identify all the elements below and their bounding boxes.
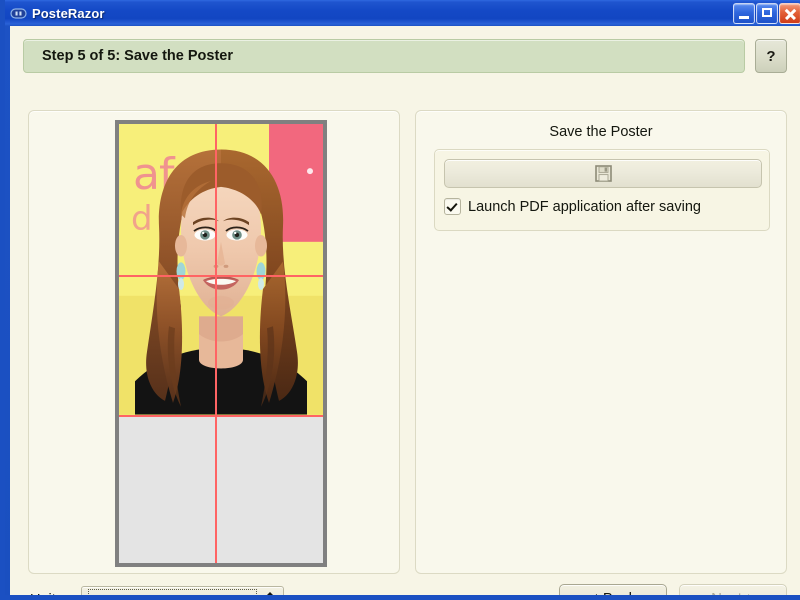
svg-text:d: d [131,199,153,238]
grid-line-vertical [214,124,217,563]
help-label: ? [766,47,776,65]
portrait-photo: a f d [119,124,323,415]
help-button[interactable]: ? [755,39,787,73]
step-label: Step 5 of 5: Save the Poster [42,48,233,64]
grid-line-horizontal [119,414,323,417]
svg-text:a: a [133,150,160,200]
floppy-disk-save-icon [594,165,612,182]
poster-preview-panel: a f d [28,110,400,574]
next-button: Next [679,584,787,595]
next-label: Next [711,590,742,595]
back-label: Back [603,590,636,595]
client-area: Step 5 of 5: Save the Poster ? a f d Sav… [10,26,800,595]
controls-panel-title: Save the Poster [549,124,653,140]
bottom-bar: Units: cm Back Next [10,582,800,595]
window-title: PosteRazor [32,5,105,21]
source-image-preview: a f d [119,124,323,415]
close-icon[interactable] [779,2,800,24]
poster-sheet-border: a f d [115,120,327,567]
save-group-box: Launch PDF application after saving [434,149,770,231]
back-button[interactable]: Back [559,584,667,595]
units-select[interactable]: cm [81,586,284,595]
application-window: PosteRazor Step 5 of 5: Save the Poster … [0,0,800,600]
save-controls-panel: Save the Poster Launch PDF application a… [415,110,787,574]
step-banner: Step 5 of 5: Save the Poster [23,39,745,73]
launch-pdf-checkbox[interactable] [444,198,461,215]
maximize-icon[interactable] [756,2,778,24]
launch-pdf-checkbox-row[interactable]: Launch PDF application after saving [444,198,701,215]
grid-line-horizontal [119,275,323,278]
units-selected-value: cm [88,589,257,595]
minimize-icon[interactable] [733,2,755,24]
app-icon [10,7,27,19]
arrow-right-icon [747,593,755,595]
step-header-row: Step 5 of 5: Save the Poster ? [23,39,787,73]
arrow-left-icon [589,593,597,595]
launch-pdf-label: Launch PDF application after saving [468,198,701,215]
title-bar[interactable]: PosteRazor [5,0,800,26]
units-label: Units: [30,592,67,595]
poster-sheet: a f d [119,124,323,563]
save-poster-button[interactable] [444,159,762,188]
updown-arrows-icon[interactable] [257,591,283,595]
chevron-up-icon [264,591,276,595]
